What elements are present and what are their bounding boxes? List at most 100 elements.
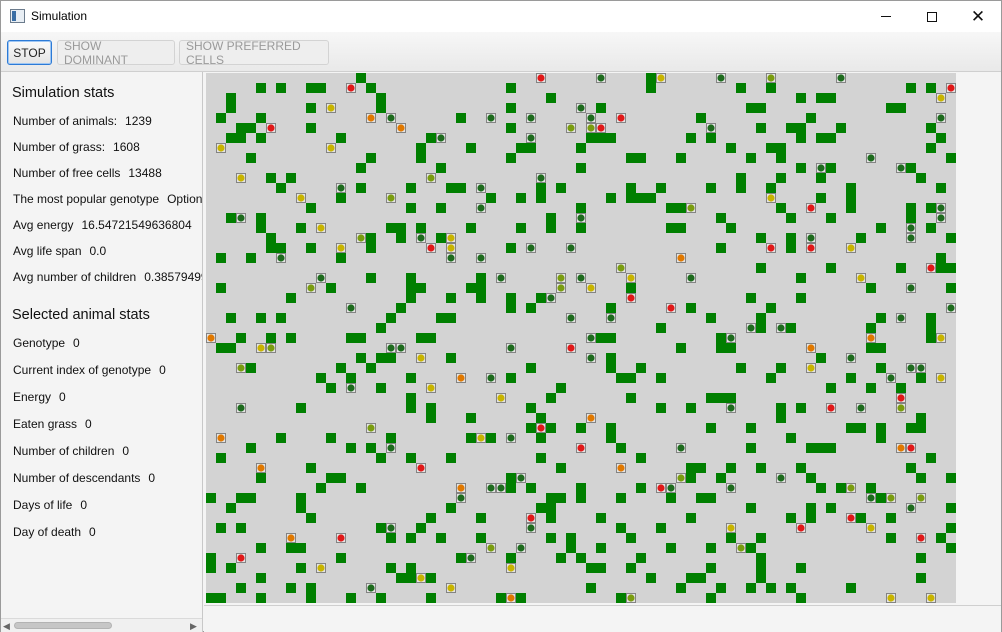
animal-marker [897, 314, 905, 322]
grass-cell [286, 333, 296, 343]
animal-marker [847, 244, 855, 252]
grass-cell [576, 143, 586, 153]
scroll-right-icon[interactable]: ▶ [190, 621, 197, 632]
grass-cell [596, 543, 606, 553]
simulation-map-grid[interactable] [206, 73, 956, 604]
grass-cell [756, 463, 766, 473]
grass-cell [256, 113, 266, 123]
grass-cell [476, 533, 486, 543]
grass-cell [576, 483, 586, 493]
animal-marker [497, 274, 505, 282]
grass-cell [306, 83, 316, 93]
grass-cell [276, 183, 286, 193]
maximize-button[interactable] [909, 1, 955, 32]
grass-cell [296, 223, 306, 233]
show-dominant-button[interactable]: SHOW DOMINANT [57, 39, 175, 67]
animal-marker [937, 94, 945, 102]
grass-cell [846, 583, 856, 593]
scroll-left-icon[interactable]: ◀ [3, 621, 10, 632]
grass-cell [786, 323, 796, 333]
stat-value: 13488 [128, 166, 162, 180]
grass-cell [546, 423, 556, 433]
stat-number-of-grass: Number of grass: 1608 [13, 140, 140, 154]
animal-marker [517, 544, 525, 552]
scrollbar-thumb[interactable] [14, 622, 112, 629]
grass-cell [606, 363, 616, 373]
grass-cell [886, 103, 896, 113]
grass-cell [766, 583, 776, 593]
animal-marker [417, 354, 425, 362]
grass-cell [546, 513, 556, 523]
stat-number-of-animals: Number of animals: 1239 [13, 114, 152, 128]
grass-cell [496, 593, 506, 603]
grass-cell [206, 553, 216, 563]
grass-cell [936, 133, 946, 143]
animal-marker [277, 254, 285, 262]
grass-cell [746, 503, 756, 513]
animal-marker [627, 294, 635, 302]
grass-cell [526, 423, 536, 433]
stat-label: Avg life span [13, 244, 82, 258]
grass-cell [236, 133, 246, 143]
grass-cell [456, 553, 466, 563]
grass-cell [436, 533, 446, 543]
animal-marker [347, 304, 355, 312]
grass-cell [656, 523, 666, 533]
animal-marker [257, 464, 265, 472]
grass-cell [506, 153, 516, 163]
grass-cell [286, 293, 296, 303]
grass-cell [716, 393, 726, 403]
close-icon: ✕ [970, 7, 986, 26]
minimize-icon [881, 16, 891, 17]
grass-cell [386, 533, 396, 543]
grass-cell [636, 193, 646, 203]
grass-cell [226, 133, 236, 143]
animal-marker [827, 404, 835, 412]
grass-cell [796, 463, 806, 473]
grass-cell [206, 493, 216, 503]
grass-cell [456, 113, 466, 123]
animal-marker [737, 544, 745, 552]
stop-button[interactable]: STOP [7, 40, 52, 65]
stat-avg-energy: Avg energy 16.54721549636804 [13, 218, 192, 232]
grass-cell [786, 433, 796, 443]
animal-marker [517, 474, 525, 482]
grass-cell [356, 483, 366, 493]
grass-cell [786, 233, 796, 243]
grass-cell [666, 203, 676, 213]
title-bar[interactable]: Simulation ✕ [1, 1, 1001, 32]
grass-cell [406, 273, 416, 283]
horizontal-scrollbar[interactable]: ◀ ▶ [1, 618, 202, 632]
grass-cell [226, 503, 236, 513]
grass-cell [226, 103, 236, 113]
animal-marker [717, 74, 725, 82]
grass-cell [756, 553, 766, 563]
grass-cell [906, 213, 916, 223]
grass-cell [726, 343, 736, 353]
grass-cell [346, 373, 356, 383]
grass-cell [756, 323, 766, 333]
animal-marker [607, 314, 615, 322]
grass-cell [316, 373, 326, 383]
grass-cell [406, 453, 416, 463]
animal-marker [677, 474, 685, 482]
grass-cell [746, 543, 756, 553]
animal-marker [437, 134, 445, 142]
animal-marker [587, 284, 595, 292]
grass-cell [246, 153, 256, 163]
close-button[interactable]: ✕ [955, 1, 1001, 32]
animal-marker [937, 334, 945, 342]
grass-cell [386, 563, 396, 573]
show-preferred-cells-button[interactable]: SHOW PREFERRED CELLS [179, 39, 329, 67]
grass-cell [726, 533, 736, 543]
minimize-button[interactable] [863, 1, 909, 32]
animal-marker [567, 344, 575, 352]
grass-cell [816, 353, 826, 363]
grass-cell [626, 183, 636, 193]
grass-cell [676, 153, 686, 163]
stat-label: Number of grass: [13, 140, 106, 154]
animal-marker [267, 124, 275, 132]
grass-cell [886, 533, 896, 543]
grass-cell [946, 543, 956, 553]
grass-cell [816, 173, 826, 183]
